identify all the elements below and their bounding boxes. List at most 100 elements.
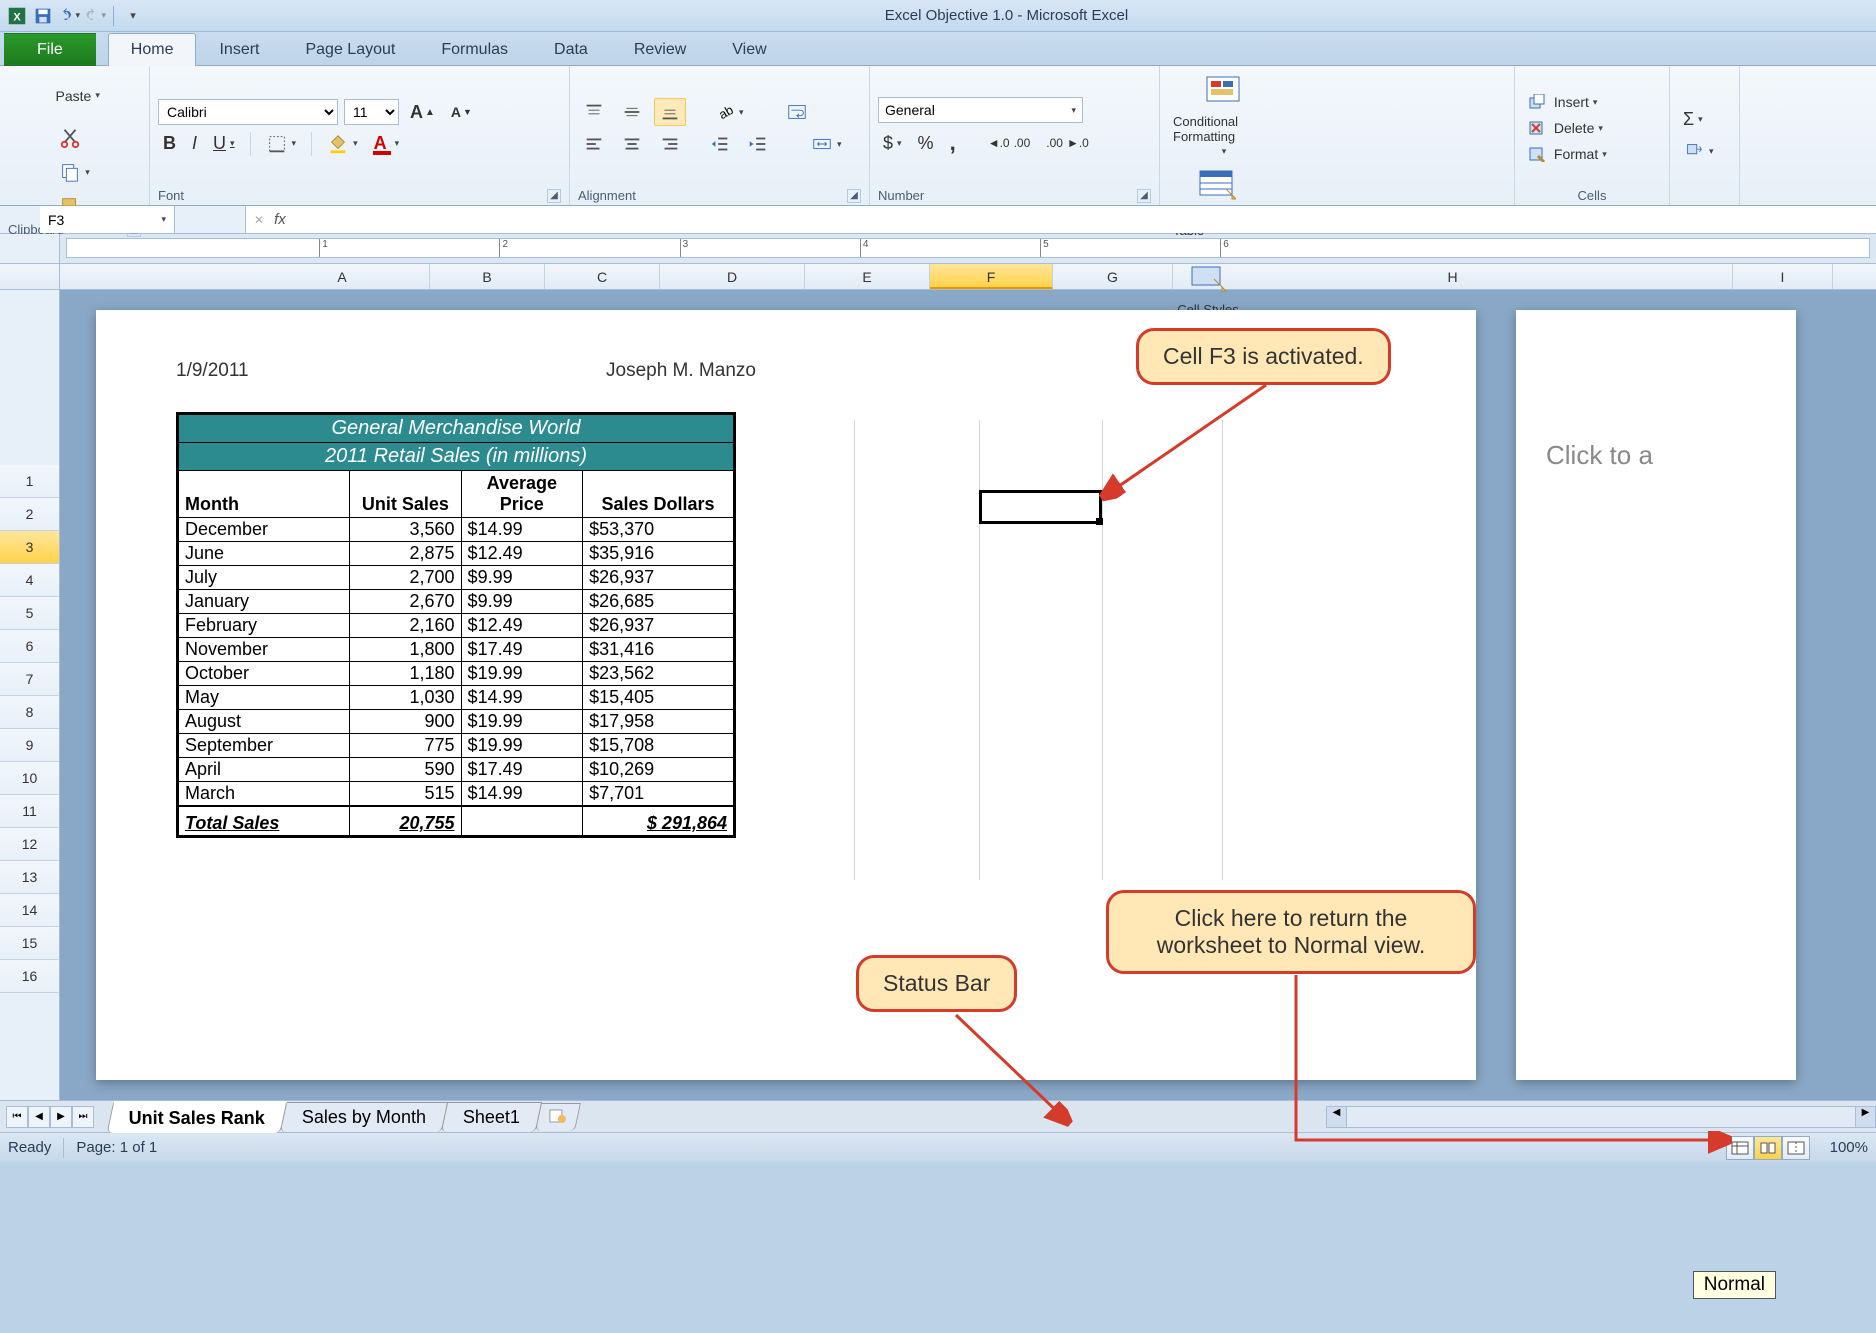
group-font: Calibri 11 A▲ A▼ B I U▾ ▾ ▾ A▾ Font◢ (150, 66, 570, 205)
row-head-14[interactable]: 14 (0, 894, 59, 927)
excel-icon[interactable]: X (6, 5, 28, 27)
conditional-formatting-button[interactable]: Conditional Formatting▾ (1168, 70, 1278, 160)
row-head-13[interactable]: 13 (0, 861, 59, 894)
align-right-icon[interactable] (654, 130, 686, 158)
fill-icon[interactable]: ▾ (1678, 137, 1731, 165)
tab-formulas[interactable]: Formulas (418, 33, 531, 66)
row-head-16[interactable]: 16 (0, 960, 59, 993)
new-sheet-icon[interactable] (535, 1103, 581, 1131)
total-units: 20,755 (350, 806, 461, 837)
col-head-B[interactable]: B (430, 264, 545, 289)
tab-view[interactable]: View (709, 33, 789, 66)
font-launcher-icon[interactable]: ◢ (547, 189, 561, 203)
col-head-I[interactable]: I (1733, 264, 1833, 289)
undo-icon[interactable]: ▾ (58, 5, 80, 27)
fx-icon[interactable]: fx (274, 211, 286, 228)
ribbon-tabs: File Home Insert Page Layout Formulas Da… (0, 32, 1876, 66)
tab-file[interactable]: File (4, 33, 96, 66)
cancel-formula-icon[interactable]: ✕ (254, 213, 264, 227)
align-left-icon[interactable] (578, 130, 610, 158)
merge-center-icon[interactable]: ▾ (806, 130, 847, 158)
sheet-tab-sheet1[interactable]: Sheet1 (441, 1102, 542, 1132)
tab-data[interactable]: Data (531, 33, 611, 66)
row-head-3[interactable]: 3 (0, 531, 59, 564)
number-format-select[interactable]: General▾ (878, 97, 1083, 123)
col-head-D[interactable]: D (660, 264, 805, 289)
sheet-nav-prev-icon[interactable]: ◀ (28, 1106, 50, 1128)
increase-indent-icon[interactable] (742, 130, 774, 158)
alignment-launcher-icon[interactable]: ◢ (847, 189, 861, 203)
row-head-11[interactable]: 11 (0, 795, 59, 828)
sheet-tab-unit-sales-rank[interactable]: Unit Sales Rank (107, 1101, 288, 1133)
tab-home[interactable]: Home (108, 33, 197, 66)
row-head-2[interactable]: 2 (0, 498, 59, 531)
comma-icon[interactable]: , (945, 127, 961, 159)
sheet-nav-first-icon[interactable]: ⏮ (6, 1106, 28, 1128)
row-head-8[interactable]: 8 (0, 696, 59, 729)
align-center-icon[interactable] (616, 130, 648, 158)
zoom-level[interactable]: 100% (1830, 1139, 1868, 1156)
wrap-text-icon[interactable] (781, 98, 813, 126)
delete-button[interactable]: Delete▾ (1523, 117, 1661, 139)
row-head-6[interactable]: 6 (0, 630, 59, 663)
font-size-select[interactable]: 11 (344, 99, 399, 125)
align-bottom-icon[interactable] (654, 98, 686, 126)
fill-handle[interactable] (1096, 518, 1103, 525)
insert-button[interactable]: Insert▾ (1523, 91, 1661, 113)
tab-insert[interactable]: Insert (196, 33, 282, 66)
col-head-F[interactable]: F (930, 264, 1053, 289)
copy-icon[interactable]: ▾ (54, 158, 95, 186)
col-head-A[interactable]: A (255, 264, 430, 289)
row-head-7[interactable]: 7 (0, 663, 59, 696)
total-dollars: $ 291,864 (583, 806, 735, 837)
sheet-nav-last-icon[interactable]: ⏭ (72, 1106, 94, 1128)
font-name-select[interactable]: Calibri (158, 99, 338, 125)
select-all-corner[interactable] (0, 264, 60, 289)
grow-font-icon[interactable]: A▲ (405, 99, 440, 126)
increase-decimal-icon[interactable]: ◄.0.00 (983, 133, 1036, 153)
currency-icon[interactable]: $▾ (878, 130, 907, 157)
align-middle-icon[interactable] (616, 98, 648, 126)
qat-customize-icon[interactable]: ▾ (121, 5, 143, 27)
row-head-1[interactable]: 1 (0, 465, 59, 498)
percent-icon[interactable]: % (913, 130, 939, 157)
decrease-decimal-icon[interactable]: .00►.0 (1041, 133, 1094, 153)
number-launcher-icon[interactable]: ◢ (1137, 189, 1151, 203)
paste-button[interactable]: Paste ▾ (49, 70, 101, 120)
font-color-icon[interactable]: A▾ (369, 130, 405, 158)
tab-page-layout[interactable]: Page Layout (282, 33, 418, 66)
svg-text:X: X (13, 11, 21, 23)
col-head-C[interactable]: C (545, 264, 660, 289)
format-button[interactable]: Format▾ (1523, 143, 1661, 165)
shrink-font-icon[interactable]: A▼ (446, 101, 477, 123)
col-head-E[interactable]: E (805, 264, 930, 289)
tab-review[interactable]: Review (611, 33, 709, 66)
underline-button[interactable]: U▾ (208, 130, 240, 157)
row-head-9[interactable]: 9 (0, 729, 59, 762)
col-head-G[interactable]: G (1053, 264, 1173, 289)
fill-color-icon[interactable]: ▾ (322, 130, 363, 158)
align-top-icon[interactable] (578, 98, 610, 126)
save-icon[interactable] (32, 5, 54, 27)
col-head-H[interactable]: H (1173, 264, 1733, 289)
table-row: March515$14.99$7,701 (178, 782, 735, 807)
orientation-icon[interactable]: ab▾ (708, 98, 749, 126)
page-2[interactable]: Click to a (1516, 310, 1796, 1080)
decrease-indent-icon[interactable] (704, 130, 736, 158)
name-box[interactable]: F3▾ (40, 206, 175, 233)
cut-icon[interactable] (54, 124, 95, 152)
autosum-icon[interactable]: Σ▾ (1678, 106, 1731, 133)
redo-icon[interactable]: ▾ (84, 5, 106, 27)
ruler-corner (0, 234, 60, 263)
row-head-12[interactable]: 12 (0, 828, 59, 861)
row-head-10[interactable]: 10 (0, 762, 59, 795)
bold-button[interactable]: B (158, 130, 181, 157)
row-head-15[interactable]: 15 (0, 927, 59, 960)
sheet-tab-sales-by-month[interactable]: Sales by Month (280, 1102, 448, 1132)
italic-button[interactable]: I (187, 130, 202, 157)
sheet-nav-next-icon[interactable]: ▶ (50, 1106, 72, 1128)
formula-input[interactable] (296, 206, 1868, 233)
row-head-4[interactable]: 4 (0, 564, 59, 597)
borders-icon[interactable]: ▾ (261, 130, 302, 158)
row-head-5[interactable]: 5 (0, 597, 59, 630)
